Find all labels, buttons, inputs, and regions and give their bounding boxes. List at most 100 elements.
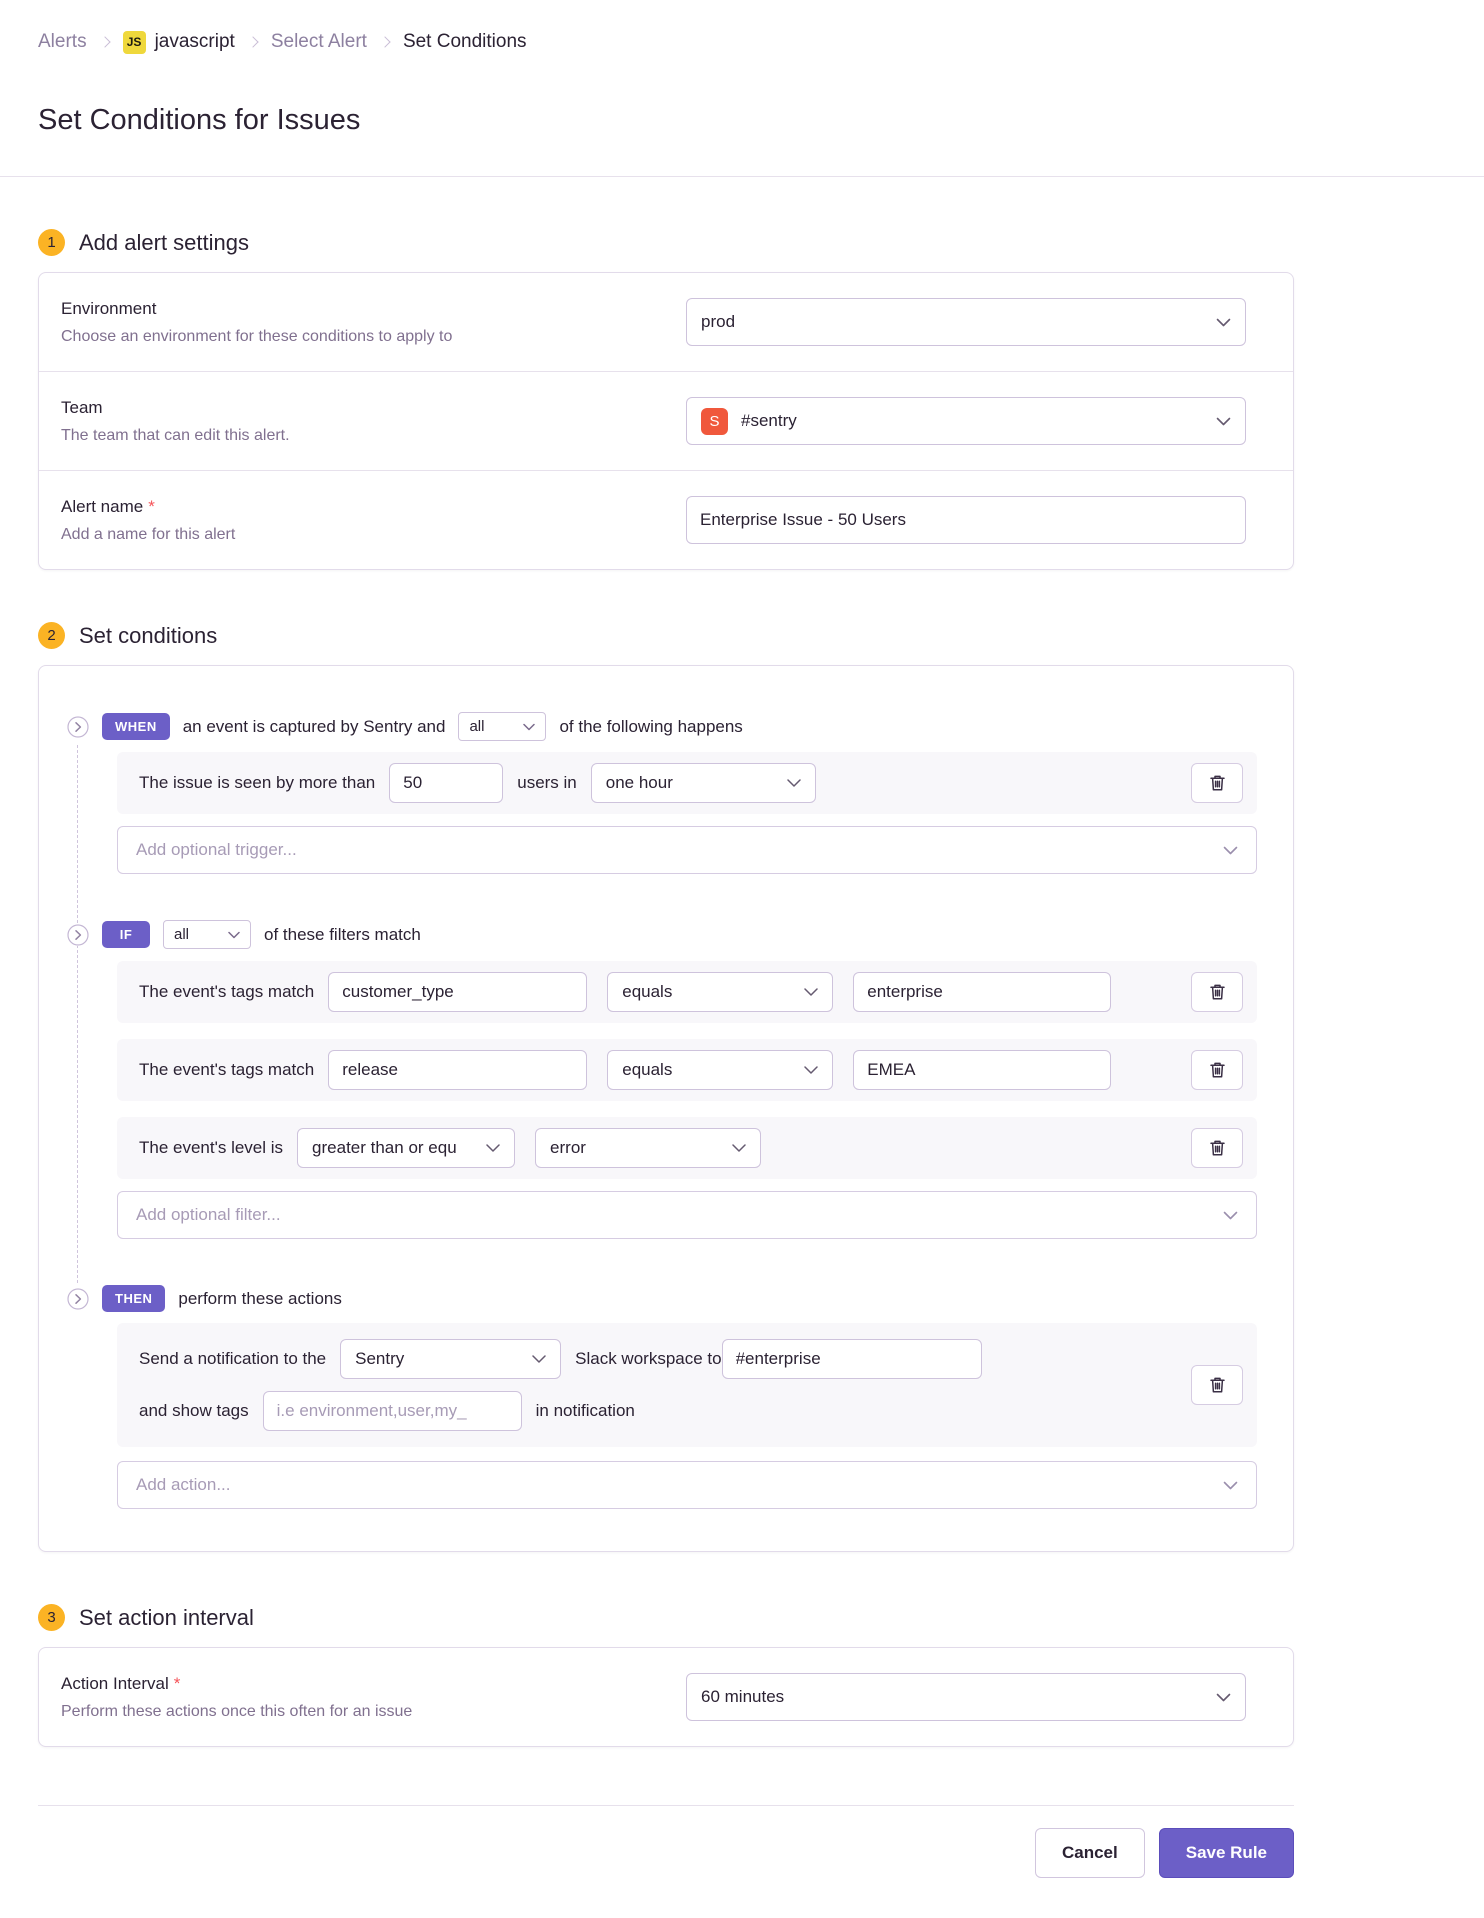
- chevron-down-icon: [532, 1355, 546, 1363]
- chevron-down-icon: [804, 1066, 818, 1074]
- breadcrumb-select-alert[interactable]: Select Alert: [271, 31, 367, 53]
- footer-divider: [38, 1805, 1294, 1806]
- action-interval-label: Action Interval *: [61, 1673, 656, 1694]
- breadcrumb-project[interactable]: JS javascript: [123, 31, 235, 54]
- interval-select[interactable]: one hour: [591, 763, 816, 803]
- level-value: error: [550, 1138, 724, 1158]
- delete-filter-button[interactable]: [1191, 972, 1243, 1012]
- main-content: 1 Add alert settings Environment Choose …: [38, 229, 1294, 1878]
- environment-select[interactable]: prod: [686, 298, 1246, 346]
- delete-trigger-button[interactable]: [1191, 763, 1243, 803]
- slack-action-line-1: Send a notification to the Sentry Slack …: [139, 1339, 1191, 1379]
- interval-select-value: one hour: [606, 773, 779, 793]
- filter-row-release: The event's tags match equals: [117, 1039, 1257, 1101]
- workspace-select[interactable]: Sentry: [340, 1339, 561, 1379]
- step-1-badge: 1: [38, 229, 65, 256]
- section-header-set-conditions: 2 Set conditions: [38, 622, 1294, 649]
- delete-filter-button[interactable]: [1191, 1128, 1243, 1168]
- alert-name-meta: Alert name* Add a name for this alert: [61, 496, 686, 544]
- tag-op-select[interactable]: equals: [607, 972, 833, 1012]
- filter-row-level: The event's level is greater than or equ…: [117, 1117, 1257, 1179]
- add-action-select[interactable]: Add action...: [117, 1461, 1257, 1509]
- breadcrumb-alerts[interactable]: Alerts: [38, 31, 87, 53]
- then-header: THEN perform these actions: [67, 1285, 1257, 1312]
- when-match-select[interactable]: all: [458, 712, 546, 741]
- then-body: Send a notification to the Sentry Slack …: [117, 1323, 1257, 1509]
- alert-name-input[interactable]: [686, 496, 1246, 544]
- section-header-alert-settings: 1 Add alert settings: [38, 229, 1294, 256]
- action-interval-help: Perform these actions once this often fo…: [61, 1703, 656, 1721]
- team-meta: Team The team that can edit this alert.: [61, 397, 686, 445]
- if-expand-icon[interactable]: [67, 924, 89, 946]
- action-interval-select[interactable]: 60 minutes: [686, 1673, 1246, 1721]
- tag-key-input[interactable]: [328, 972, 587, 1012]
- then-expand-icon[interactable]: [67, 1288, 89, 1310]
- filter-label: The event's tags match: [139, 982, 314, 1002]
- environment-row: Environment Choose an environment for th…: [39, 273, 1293, 371]
- chevron-down-icon: [1223, 846, 1238, 855]
- delete-action-button[interactable]: [1191, 1365, 1243, 1405]
- user-count-input[interactable]: [389, 763, 503, 803]
- slack-action-line-2: and show tags in notification: [139, 1391, 1191, 1431]
- trash-icon: [1209, 1376, 1226, 1394]
- channel-input[interactable]: [722, 1339, 982, 1379]
- level-value-select[interactable]: error: [535, 1128, 761, 1168]
- if-text-after: of these filters match: [264, 925, 421, 945]
- cancel-button[interactable]: Cancel: [1035, 1828, 1145, 1878]
- action-interval-value: 60 minutes: [701, 1687, 1208, 1707]
- conditions-panel: WHEN an event is captured by Sentry and …: [38, 665, 1294, 1552]
- action-interval-label-text: Action Interval: [61, 1674, 169, 1693]
- add-filter-placeholder: Add optional filter...: [136, 1205, 1223, 1225]
- chevron-down-icon: [1223, 1481, 1238, 1490]
- required-asterisk: *: [148, 497, 155, 516]
- header-divider: [0, 176, 1484, 177]
- chevron-right-icon: [99, 36, 110, 47]
- alert-name-control: [686, 496, 1246, 544]
- action-text-3: and show tags: [139, 1401, 249, 1421]
- tag-value-input[interactable]: [853, 1050, 1111, 1090]
- add-trigger-select[interactable]: Add optional trigger...: [117, 826, 1257, 874]
- when-body: The issue is seen by more than users in …: [117, 752, 1257, 874]
- trash-icon: [1209, 983, 1226, 1001]
- section-heading-alert-settings: Add alert settings: [79, 230, 249, 256]
- chevron-down-icon: [228, 931, 240, 939]
- save-rule-button[interactable]: Save Rule: [1159, 1828, 1294, 1878]
- javascript-platform-icon: JS: [123, 31, 146, 54]
- chevron-down-icon: [732, 1144, 746, 1152]
- delete-filter-button[interactable]: [1191, 1050, 1243, 1090]
- environment-control: prod: [686, 298, 1246, 346]
- add-filter-select[interactable]: Add optional filter...: [117, 1191, 1257, 1239]
- action-interval-row: Action Interval * Perform these actions o…: [39, 1648, 1293, 1746]
- environment-meta: Environment Choose an environment for th…: [61, 298, 686, 346]
- filter-row-customer-type: The event's tags match equals: [117, 961, 1257, 1023]
- chevron-down-icon: [787, 779, 801, 787]
- team-control: S #sentry: [686, 397, 1246, 445]
- breadcrumb-current: Set Conditions: [403, 31, 527, 53]
- environment-help: Choose an environment for these conditio…: [61, 328, 656, 346]
- chevron-down-icon: [486, 1144, 500, 1152]
- when-expand-icon[interactable]: [67, 716, 89, 738]
- required-asterisk: *: [174, 1674, 181, 1693]
- filter-label: The event's tags match: [139, 1060, 314, 1080]
- team-select-value: #sentry: [741, 411, 1208, 431]
- add-trigger-placeholder: Add optional trigger...: [136, 840, 1223, 860]
- tag-op-value: equals: [622, 982, 796, 1002]
- chevron-down-icon: [523, 723, 535, 731]
- trash-icon: [1209, 774, 1226, 792]
- chevron-down-icon: [804, 988, 818, 996]
- team-help: The team that can edit this alert.: [61, 427, 656, 445]
- tags-input[interactable]: [263, 1391, 522, 1431]
- team-label: Team: [61, 397, 656, 418]
- tag-value-input[interactable]: [853, 972, 1111, 1012]
- tag-op-select[interactable]: equals: [607, 1050, 833, 1090]
- level-op-select[interactable]: greater than or equ: [297, 1128, 515, 1168]
- step-3-badge: 3: [38, 1604, 65, 1631]
- tag-key-input[interactable]: [328, 1050, 587, 1090]
- when-match-value: all: [469, 718, 515, 735]
- team-select[interactable]: S #sentry: [686, 397, 1246, 445]
- step-2-badge: 2: [38, 622, 65, 649]
- if-header: IF all of these filters match: [67, 920, 1257, 949]
- when-rule-text-2: users in: [517, 773, 577, 793]
- if-match-select[interactable]: all: [163, 920, 251, 949]
- footer-actions: Cancel Save Rule: [38, 1828, 1294, 1878]
